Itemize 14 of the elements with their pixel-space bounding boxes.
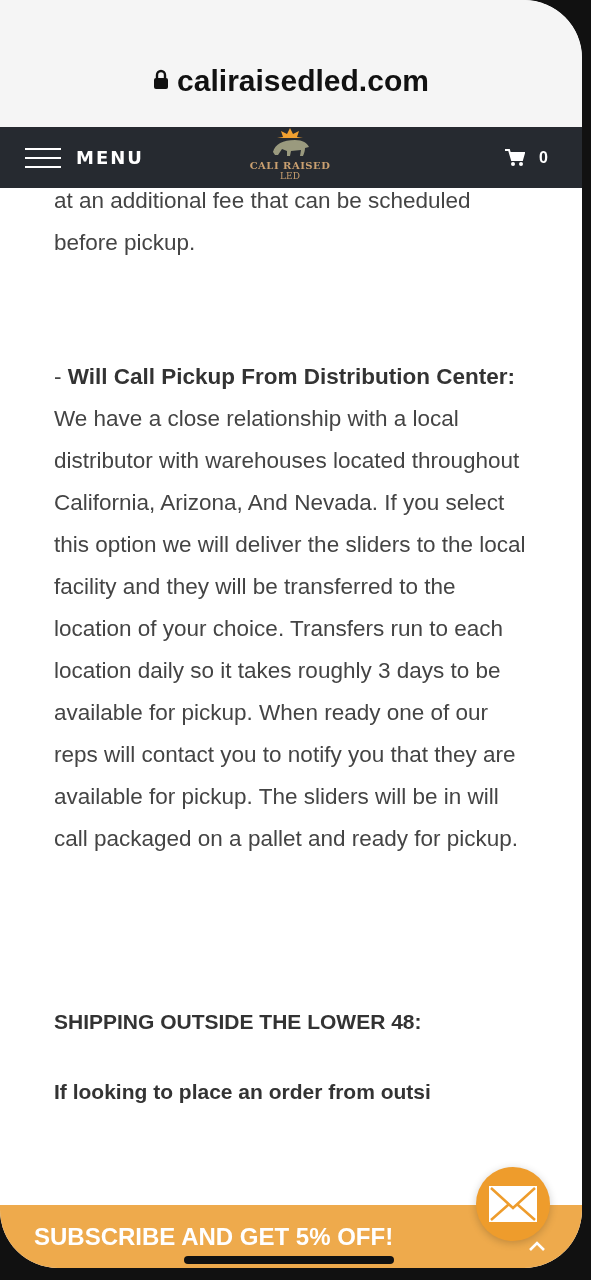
email-button[interactable] xyxy=(476,1167,550,1241)
address-url[interactable]: caliraisedled.com xyxy=(177,63,429,98)
chevron-up-icon[interactable] xyxy=(528,1241,546,1252)
lead-text: If looking to place an order from outsi xyxy=(54,1080,432,1104)
menu-button[interactable]: MENU xyxy=(24,146,144,169)
cart-count: 0 xyxy=(539,148,548,167)
site-logo[interactable]: CALI RAISED LED xyxy=(248,128,332,181)
menu-icon xyxy=(24,146,62,169)
section-heading: SHIPPING OUTSIDE THE LOWER 48: xyxy=(54,1010,423,1034)
cart-icon[interactable] xyxy=(505,148,526,167)
envelope-icon xyxy=(488,1185,538,1223)
body-paragraph: at an additional fee that can be scheduled before pickup. xyxy=(54,188,472,257)
body-paragraph: - Will Call Pickup From Distribution Center: We have a close relationship with a local distributor with warehouses located throughout California, Arizona, And Nevada. If you select this option we will deliver the sliders to the local facility and they will be transferred to the location of your choice. Transfers run to each location daily so it takes roughly 3 days to be available for pickup. When ready one of our reps will contact you to notify you that they are available for pickup. The sliders will be in will call packaged on a pallet and ready for pickup. xyxy=(54,363,527,853)
lock-icon xyxy=(153,68,170,89)
